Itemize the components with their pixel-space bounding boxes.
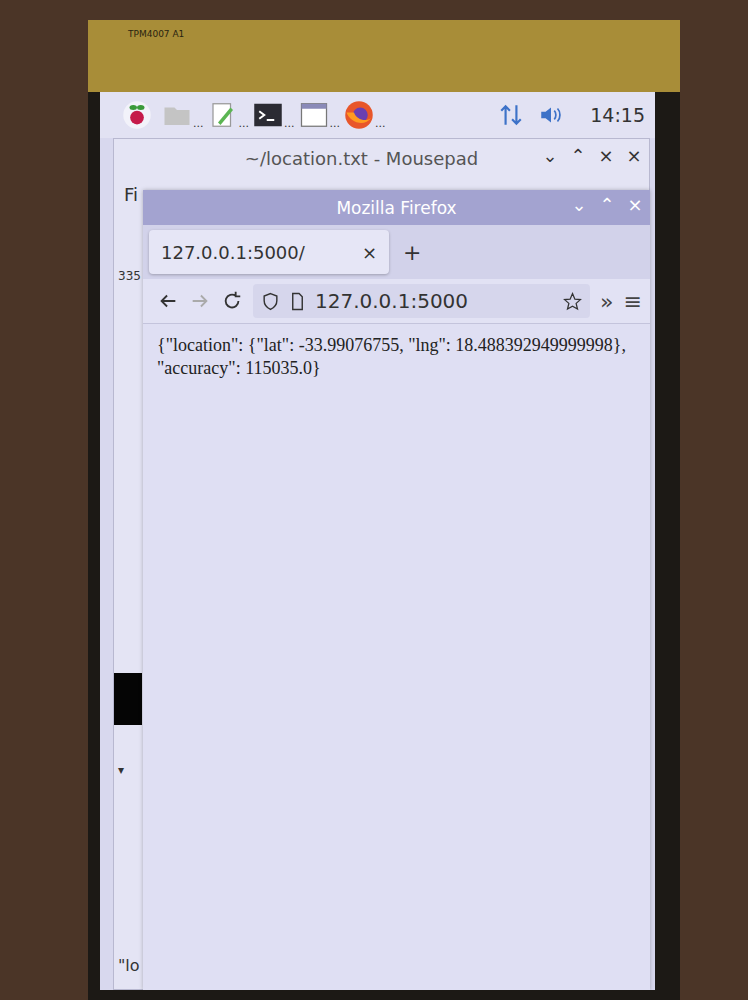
window-control-button[interactable]: × xyxy=(625,145,643,166)
launcher-label: ... xyxy=(193,117,204,130)
launcher[interactable]: ... xyxy=(162,100,204,130)
bookmark-star-icon[interactable] xyxy=(563,292,582,311)
launcher[interactable]: ... xyxy=(299,100,341,130)
new-tab-button[interactable]: + xyxy=(403,240,421,265)
shield-icon[interactable] xyxy=(261,292,280,311)
firefox-icon xyxy=(344,100,374,130)
browser-title-bar[interactable]: Mozilla Firefox ⌄ ⌃ × xyxy=(143,190,650,225)
page-content: {"location": {"lat": -33.99076755, "lng"… xyxy=(143,324,650,990)
launcher[interactable]: ... xyxy=(344,100,386,130)
bezel-tape: TPM4007 A1 xyxy=(88,20,680,92)
window-control-button[interactable]: ⌄ xyxy=(541,145,559,166)
json-response: {"location": {"lat": -33.99076755, "lng"… xyxy=(157,334,636,379)
browser-window-controls: ⌄ ⌃ × xyxy=(570,194,644,215)
raspberry-menu-icon[interactable] xyxy=(122,100,152,130)
launcher[interactable]: ... xyxy=(208,100,250,130)
tab-strip: 127.0.0.1:5000/ × + xyxy=(143,225,650,279)
launcher-label: ... xyxy=(375,117,386,130)
firefox-window: Mozilla Firefox ⌄ ⌃ × 127.0.0.1:5000/ × +127.0… xyxy=(143,190,650,990)
menu-item[interactable]: Fi xyxy=(124,184,138,205)
fold-toggle[interactable]: ▾ xyxy=(118,763,124,777)
launcher-label: ... xyxy=(239,117,250,130)
url-text[interactable]: 127.0.0.1:5000 xyxy=(315,289,468,313)
editor-title: ~/location.txt - Mousepad xyxy=(245,148,478,169)
page-icon xyxy=(288,292,307,311)
system-tray: 14:15 xyxy=(498,102,645,128)
photo-backdrop: TPM4007 A1............... 14:15 ~/location… xyxy=(0,0,748,1000)
tab-close-button[interactable]: × xyxy=(362,242,377,263)
editor-dark-block xyxy=(114,673,142,725)
forward-arrow-icon[interactable] xyxy=(189,290,211,312)
launcher-label: ... xyxy=(330,117,341,130)
terminal-icon xyxy=(253,100,283,130)
window-control-button[interactable]: × xyxy=(597,145,615,166)
launcher[interactable]: ... xyxy=(253,100,295,130)
window-control-button[interactable]: ⌃ xyxy=(569,145,587,166)
navigation-bar: 127.0.0.1:5000 » ≡ xyxy=(143,279,650,324)
text-editor-icon xyxy=(208,100,238,130)
clock[interactable]: 14:15 xyxy=(590,104,645,126)
url-bar[interactable]: 127.0.0.1:5000 xyxy=(253,284,590,318)
editor-window-controls: ⌄ ⌃ × × xyxy=(541,145,643,166)
overflow-button[interactable]: » xyxy=(600,289,613,314)
volume-icon[interactable] xyxy=(538,102,564,128)
browser-title: Mozilla Firefox xyxy=(336,198,456,218)
window-control-button[interactable]: × xyxy=(626,194,644,215)
app-menu-button[interactable]: ≡ xyxy=(624,289,642,314)
screen: ............... 14:15 ~/location.txt - Mou… xyxy=(100,92,655,990)
desktop: ~/location.txt - Mousepad⌄⌃××Fi335▾"loMo… xyxy=(100,138,655,990)
line-number: 335 xyxy=(118,269,141,283)
reload-icon[interactable] xyxy=(221,290,243,312)
browser-tab[interactable]: 127.0.0.1:5000/ × xyxy=(149,230,389,274)
launcher-label: ... xyxy=(284,117,295,130)
folder-icon xyxy=(162,100,192,130)
window-control-button[interactable]: ⌄ xyxy=(570,194,588,215)
back-arrow-icon[interactable] xyxy=(157,290,179,312)
network-arrows-icon[interactable] xyxy=(498,102,524,128)
editor-title-bar[interactable]: ~/location.txt - Mousepad ⌄ ⌃ × × xyxy=(114,139,649,177)
display-module: TPM4007 A1............... 14:15 ~/location… xyxy=(88,20,680,1000)
taskbar: ............... 14:15 xyxy=(100,92,655,138)
window-icon xyxy=(299,100,329,130)
tab-label: 127.0.0.1:5000/ xyxy=(161,242,305,263)
window-control-button[interactable]: ⌃ xyxy=(598,194,616,215)
bezel-label: TPM4007 A1 xyxy=(128,29,184,39)
editor-text[interactable]: "lo xyxy=(118,956,140,975)
